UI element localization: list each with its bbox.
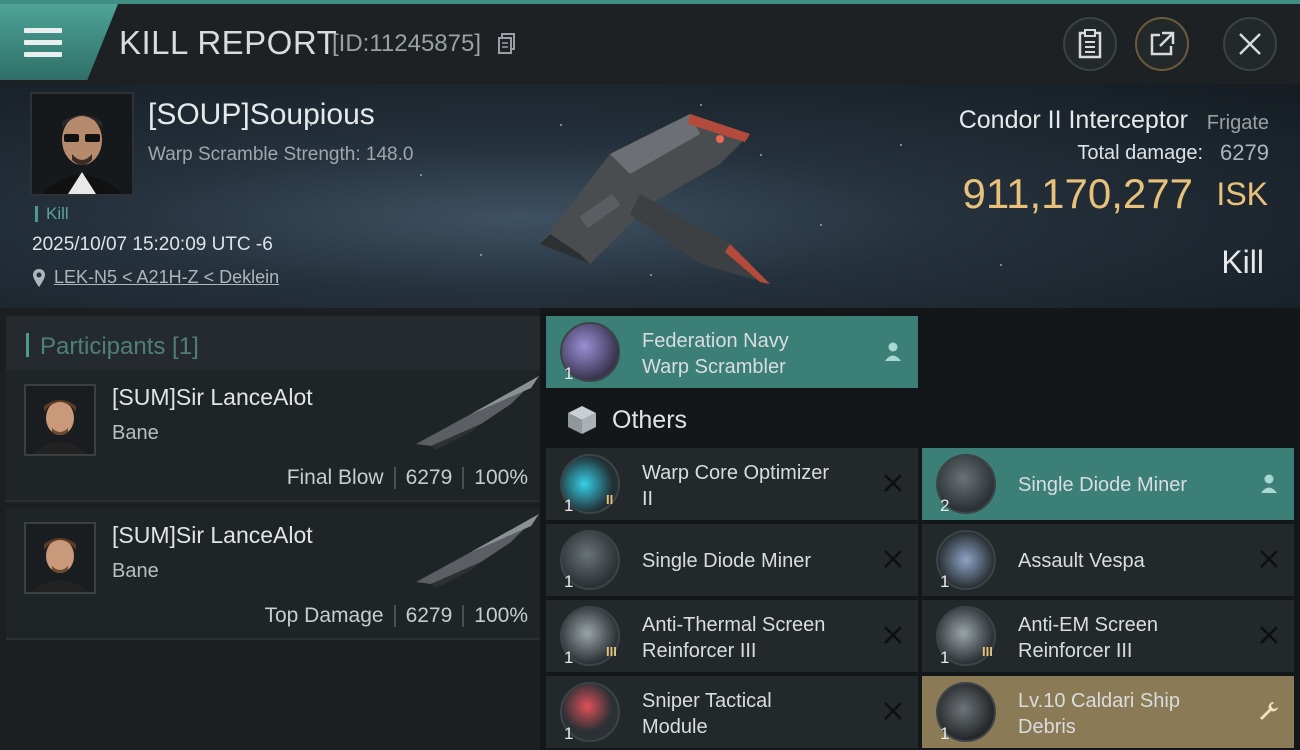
item-qty: 1 [564,496,574,515]
cube-icon [568,406,596,434]
ship-name[interactable]: Condor II Interceptor [959,106,1188,135]
victim-portrait[interactable] [30,92,134,196]
item-qty: 1 [940,724,950,743]
participant-name[interactable]: [SUM]Sir LanceAlot [112,522,313,549]
isk-unit: ISK [1216,176,1268,212]
divider [393,605,396,627]
page-title: KILL REPORT [119,24,338,61]
participants-header[interactable]: Participants [1] [6,316,540,374]
participant-ship-image [416,376,539,450]
victim-name[interactable]: [SOUP]Soupious [148,98,375,132]
item-anti-thermal-screen-reinforcer[interactable]: 1 III Anti-Thermal Screen Reinforcer III [546,600,918,672]
kill-banner: [SOUP]Soupious Warp Scramble Strength: 1… [0,84,1300,308]
item-qty: 1 [564,724,574,743]
item-name: Lv.10 Caldari Ship Debris [1018,690,1180,738]
item-sniper-tactical-module[interactable]: 1 Sniper Tactical Module [546,676,918,748]
location-pin-icon [33,268,45,287]
item-name: Anti-Thermal Screen Reinforcer III [642,614,826,662]
participant-ship-image [416,514,539,588]
item-name: Sniper Tactical Module [642,690,772,738]
x-icon [1260,550,1278,568]
person-icon[interactable] [1258,472,1280,494]
participant-label: Top Damage [264,604,384,627]
kill-tag: Kill [35,205,69,222]
kill-id: [ID:11245875] [332,30,482,57]
divider [393,467,396,489]
item-assault-vespa[interactable]: 1 Assault Vespa [922,524,1294,596]
x-icon [884,550,902,568]
warp-scramble-strength: Warp Scramble Strength: 148.0 [148,144,414,165]
item-single-diode-miner-dropped[interactable]: 2 Single Diode Miner [922,448,1294,520]
x-icon [884,702,902,720]
share-button[interactable] [1135,17,1189,71]
divider [462,605,465,627]
participant-damage: 6279 [405,466,453,489]
item-qty: 1 [564,364,574,383]
items-panel: 1 Federation Navy Warp Scrambler Others … [540,308,1300,750]
kill-timestamp: 2025/10/07 15:20:09 UTC -6 [32,234,273,255]
participant-stats: Final Blow 6279 100% [287,466,528,490]
location-link[interactable]: LEK-N5 < A21H-Z < Deklein [32,267,279,288]
victim-ship-image [540,114,770,284]
participant-stats: Top Damage 6279 100% [264,604,528,628]
item-qty: 2 [940,496,950,515]
item-name: Single Diode Miner [642,550,811,572]
item-tier: III [982,644,993,659]
item-qty: 1 [940,648,950,667]
participant-label: Final Blow [286,466,384,489]
kill-result: Kill [1221,244,1264,280]
item-anti-em-screen-reinforcer[interactable]: 1 III Anti-EM Screen Reinforcer III [922,600,1294,672]
participant-damage: 6279 [405,604,453,627]
item-name: Federation Navy Warp Scrambler [642,330,789,378]
menu-icon [24,28,62,58]
participant-portrait[interactable] [24,522,96,594]
copy-icon[interactable] [498,33,516,55]
participant-row[interactable]: [SUM]Sir LanceAlot Bane Top Damage 6279 … [6,508,540,640]
item-name: Anti-EM Screen Reinforcer III [1018,614,1159,662]
participant-percent: 100% [474,466,528,489]
share-icon [1150,31,1175,56]
x-icon [1260,626,1278,644]
item-qty: 1 [564,648,574,667]
participant-name[interactable]: [SUM]Sir LanceAlot [112,384,313,411]
item-single-diode-miner[interactable]: 1 Single Diode Miner [546,524,918,596]
participant-row[interactable]: [SUM]Sir LanceAlot Bane Final Blow 6279 … [6,370,540,502]
participant-percent: 100% [474,604,528,627]
others-header: Others [546,394,1300,444]
divider [462,467,465,489]
item-qty: 1 [940,572,950,591]
item-fed-navy-warp-scrambler[interactable]: 1 Federation Navy Warp Scrambler [546,316,918,388]
participant-ship: Bane [112,560,159,582]
participants-title: Participants [1] [40,333,199,360]
participant-portrait[interactable] [24,384,96,456]
total-damage-label: Total damage: [1077,142,1203,164]
ship-class: Frigate [1206,112,1269,134]
clipboard-button[interactable] [1063,17,1117,71]
location-text: LEK-N5 < A21H-Z < Deklein [54,267,280,287]
item-name: Assault Vespa [1018,550,1145,572]
item-caldari-ship-debris[interactable]: 1 Lv.10 Caldari Ship Debris [922,676,1294,748]
x-icon [884,626,902,644]
close-icon [1239,33,1261,55]
person-icon[interactable] [882,340,904,362]
item-tier: III [606,644,617,659]
total-damage-value: 6279 [1220,140,1269,165]
isk-value: 911,170,277 [962,170,1193,217]
participant-ship: Bane [112,422,159,444]
wrench-icon[interactable] [1258,700,1280,722]
item-qty: 1 [564,572,574,591]
others-title: Others [612,406,688,434]
clipboard-icon [1078,29,1102,59]
item-tier: II [606,492,614,507]
participants-panel: Participants [1] [SUM]Sir LanceAlot Bane… [0,308,540,750]
item-warp-core-optimizer[interactable]: 1 II Warp Core Optimizer II [546,448,918,520]
close-button[interactable] [1223,17,1277,71]
item-name: Single Diode Miner [1018,474,1187,496]
x-icon [884,474,902,492]
item-name: Warp Core Optimizer II [642,462,830,510]
section-accent [26,333,29,357]
